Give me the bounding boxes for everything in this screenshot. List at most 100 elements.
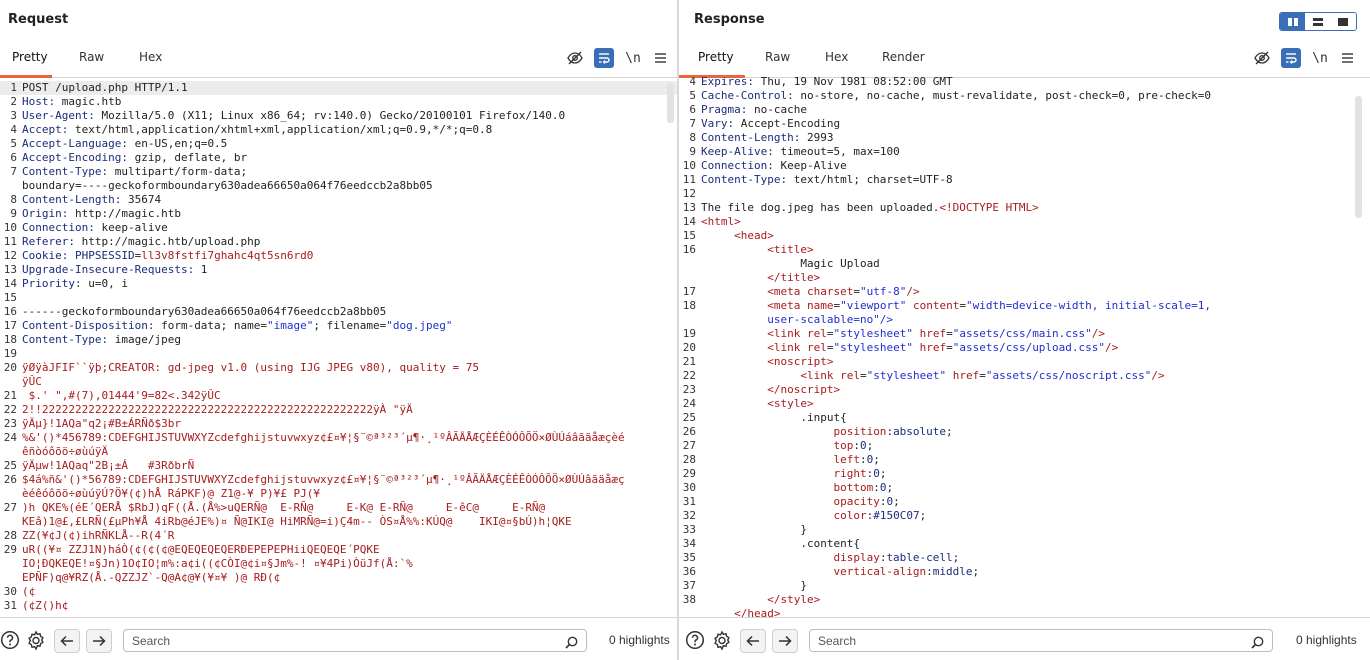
line-number: 6 [689, 103, 696, 116]
request-scrollbar[interactable] [667, 83, 674, 123]
search-icon[interactable] [1251, 634, 1264, 653]
tab-hex[interactable]: Hex [825, 50, 848, 64]
code-token: : [926, 565, 933, 578]
wrap-lines-icon[interactable] [594, 48, 614, 68]
help-icon[interactable] [0, 630, 20, 650]
request-title: Request [8, 12, 69, 27]
css-value: 0 [859, 439, 867, 452]
hide-icon[interactable] [565, 48, 585, 68]
code-line: 18 <meta name="viewport" content="width=… [679, 299, 1370, 313]
request-search-input[interactable] [124, 630, 586, 652]
line-content: position:absolute; [701, 425, 1370, 439]
line-content: Connection: keep-alive [22, 221, 677, 235]
binary-data: %&'()*456789:CDEFGHIJSTUVWXYZcdefghijstu… [22, 431, 625, 444]
code-line: 14 <html> [679, 215, 1370, 229]
code-token: = [946, 341, 953, 354]
response-search-input[interactable] [810, 630, 1272, 652]
header-name: Keep-Alive: [701, 145, 774, 158]
tab-pretty[interactable]: Pretty [12, 50, 48, 64]
code-line: 12 Cookie: PHPSESSID=ll3v8fstfi7ghahc4qt5… [0, 249, 677, 263]
line-content: êñòóôõö÷øùúÿÄ [22, 445, 677, 459]
line-content: </noscript> [701, 383, 1370, 397]
layout-side-by-side-icon[interactable] [1280, 13, 1306, 30]
previous-match-button[interactable] [740, 629, 766, 653]
line-content: boundary=----geckoformboundary630adea666… [22, 179, 677, 193]
line-content [22, 291, 677, 305]
html-tag: <link [767, 327, 807, 340]
code-line: Magic Upload [679, 257, 1370, 271]
line-number: 15 [3, 291, 17, 304]
tab-raw[interactable]: Raw [79, 50, 104, 64]
newline-toggle-icon[interactable]: \n [1310, 48, 1330, 68]
line-content: <link rel="stylesheet" href="assets/css/… [701, 341, 1370, 355]
code-token: = [979, 369, 986, 382]
line-number: 7 [10, 165, 17, 178]
newline-toggle-icon[interactable]: \n [623, 48, 643, 68]
code-line: </head> [679, 607, 1370, 617]
tab-render[interactable]: Render [882, 50, 925, 64]
header-name: User-Agent: [22, 109, 95, 122]
line-content: Content-Length: 2993 [701, 131, 1370, 145]
line-content: vertical-align:middle; [701, 565, 1370, 579]
code-token: = [859, 369, 867, 382]
tab-hex[interactable]: Hex [139, 50, 162, 64]
line-content: Content-Type: multipart/form-data; [22, 165, 677, 179]
code-line: 24 %&'()*456789:CDEFGHIJSTUVWXYZcdefghijs… [0, 431, 677, 445]
line-content [701, 187, 1370, 201]
header-name: Referer: [22, 235, 75, 248]
html-tag: </head> [734, 607, 781, 617]
line-content: } [701, 579, 1370, 593]
line-number: 31 [682, 495, 696, 508]
request-panel: Request Pretty Raw Hex \n 1 POST /upload.… [0, 0, 677, 660]
code-line: KEâ)1@£,£LRÑ(£µPh¥Å 4iRb@éJE%)¤ Ñ@IKI@ H… [0, 515, 677, 529]
next-match-button[interactable] [772, 629, 798, 653]
tab-raw[interactable]: Raw [765, 50, 790, 64]
header-name: Pragma: [701, 103, 748, 116]
html-tag: </style> [767, 593, 821, 606]
tab-pretty[interactable]: Pretty [698, 50, 734, 64]
line-number: 7 [689, 117, 696, 130]
css-value: table-cell [886, 551, 953, 564]
settings-gear-icon[interactable] [26, 630, 46, 651]
hide-icon[interactable] [1252, 48, 1272, 68]
menu-icon[interactable] [1337, 48, 1357, 68]
previous-match-button[interactable] [54, 629, 80, 653]
request-editor[interactable]: 1 POST /upload.php HTTP/1.1 2 Host: magic.h… [0, 81, 677, 617]
search-icon[interactable] [565, 634, 578, 653]
line-number: 24 [3, 431, 17, 444]
code-token: : [873, 481, 880, 494]
cookie-value: ll3v8fstfi7ghahc4qt5sn6rd0 [141, 249, 314, 262]
line-content: color:#150C07; [701, 509, 1370, 523]
line-content: Accept: text/html,application/xhtml+xml,… [22, 123, 677, 137]
line-content: KEâ)1@£,£LRÑ(£µPh¥Å 4iRb@éJE%)¤ Ñ@IKI@ H… [22, 515, 677, 529]
code-line: 11 Referer: http://magic.htb/upload.php [0, 235, 677, 249]
cookie-name: PHPSESSID [74, 249, 135, 262]
layout-tabs-icon[interactable] [1330, 13, 1356, 30]
line-number: 32 [682, 509, 696, 522]
css-value: middle [932, 565, 973, 578]
code-line: 26 position:absolute; [679, 425, 1370, 439]
wrap-lines-icon[interactable] [1281, 48, 1301, 68]
response-scrollbar[interactable] [1355, 96, 1362, 218]
code-line: 10 Connection: keep-alive [0, 221, 677, 235]
settings-gear-icon[interactable] [712, 630, 732, 651]
line-number: 15 [682, 229, 696, 242]
code-line: 16 <title> [679, 243, 1370, 257]
code-token: ; [919, 509, 927, 522]
menu-icon[interactable] [650, 48, 670, 68]
css-value: #150C07 [873, 509, 920, 522]
code-line: 18 Content-Type: image/jpeg [0, 333, 677, 347]
request-search-bar: 0 highlights [0, 617, 677, 660]
next-match-button[interactable] [86, 629, 112, 653]
header-name: Content-Type: [22, 333, 109, 346]
code-line: 29 right:0; [679, 467, 1370, 481]
layout-stacked-icon[interactable] [1305, 13, 1331, 30]
code-line: IO¦ÐQKEQE!¤§Jn)1O¢IO¦m%:a¢i((¢CÒI@¢i¤§Jm… [0, 557, 677, 571]
code-line: 1 POST /upload.php HTTP/1.1 [0, 81, 677, 95]
response-editor[interactable]: 4 Expires: Thu, 19 Nov 1981 08:52:00 GMT 5… [679, 75, 1370, 617]
code-line: 30 (¢ [0, 585, 677, 599]
help-icon[interactable] [685, 630, 705, 650]
